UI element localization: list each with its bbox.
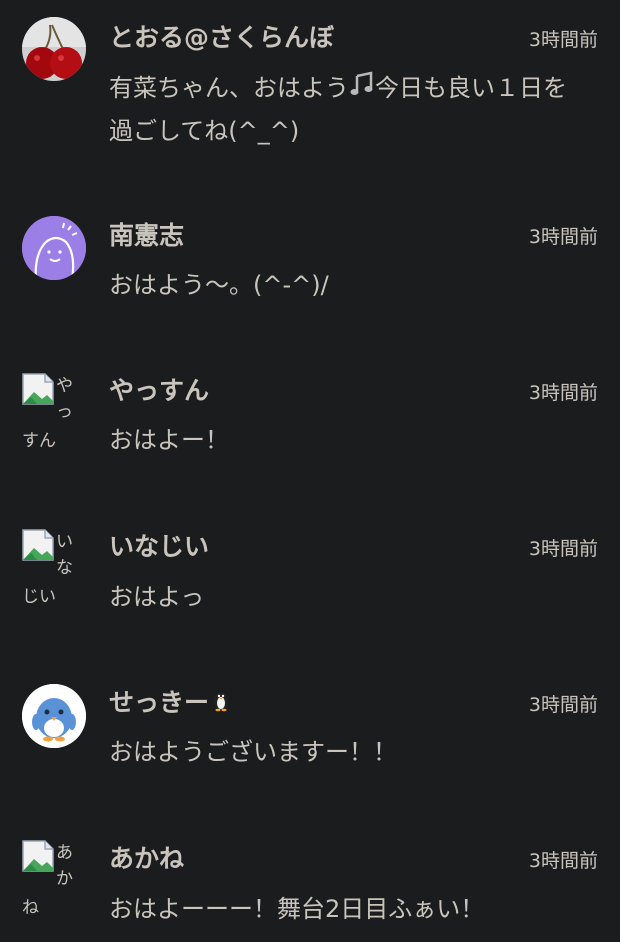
comment-author[interactable]: とおる@さくらんぼ: [109, 21, 334, 55]
penguin-emoji-icon: [209, 687, 233, 721]
comment-time: 3時間前: [528, 694, 598, 716]
comment-text: おはよう〜。(^-^)/: [109, 271, 329, 299]
comment-text-part: 有菜ちゃん、おはよう: [109, 74, 349, 102]
broken-image-icon: [22, 840, 54, 872]
avatar-alt-text: やっ: [56, 376, 73, 422]
comment-time: 3時間前: [528, 850, 598, 872]
face-icon: [22, 216, 86, 280]
broken-image-icon: [22, 529, 54, 561]
broken-avatar[interactable]: いな じい: [22, 529, 86, 609]
avatar-alt-text: ね: [22, 898, 39, 918]
comment-text: おはよっ: [109, 583, 205, 611]
avatar-alt-text: いな: [56, 532, 73, 578]
avatar-alt-text: あか: [56, 843, 73, 889]
comment-text: おはよー！: [109, 426, 229, 454]
comment-author[interactable]: やっすん: [109, 374, 209, 408]
penguin-icon: [22, 684, 86, 748]
musical-notes-icon: [349, 68, 375, 110]
avatar-alt-text: じい: [22, 587, 56, 607]
comment-author[interactable]: 南憲志: [109, 219, 184, 253]
author-name-text: せっきー: [109, 688, 210, 717]
comment-time: 3時間前: [528, 382, 598, 404]
comment-text: おはよーーー！舞台2日目ふぁい！: [109, 895, 485, 923]
comment-author[interactable]: あかね: [109, 842, 184, 876]
comment-time: 3時間前: [528, 226, 598, 248]
comment-text: おはようございますー！！: [109, 738, 397, 766]
comment-list: とおる@さくらんぼ 3時間前 有菜ちゃん、おはよう 今日も良い１日を過ごしてね(^…: [0, 0, 620, 942]
cherry-icon: [22, 17, 86, 81]
comment-time: 3時間前: [528, 29, 598, 51]
purple-face-avatar[interactable]: [22, 216, 86, 280]
comment-time: 3時間前: [528, 538, 598, 560]
comment-text: 有菜ちゃん、おはよう 今日も良い１日を過ごしてね(^_^): [109, 67, 589, 152]
comment-author[interactable]: せっきー: [109, 686, 233, 721]
penguin-avatar[interactable]: [22, 684, 86, 748]
cherry-avatar[interactable]: [22, 17, 86, 81]
comment-author[interactable]: いなじい: [109, 530, 209, 564]
broken-avatar[interactable]: やっ すん: [22, 373, 86, 453]
avatar-alt-text: すん: [22, 431, 56, 451]
broken-avatar[interactable]: あか ね: [22, 840, 86, 920]
broken-image-icon: [22, 373, 54, 405]
